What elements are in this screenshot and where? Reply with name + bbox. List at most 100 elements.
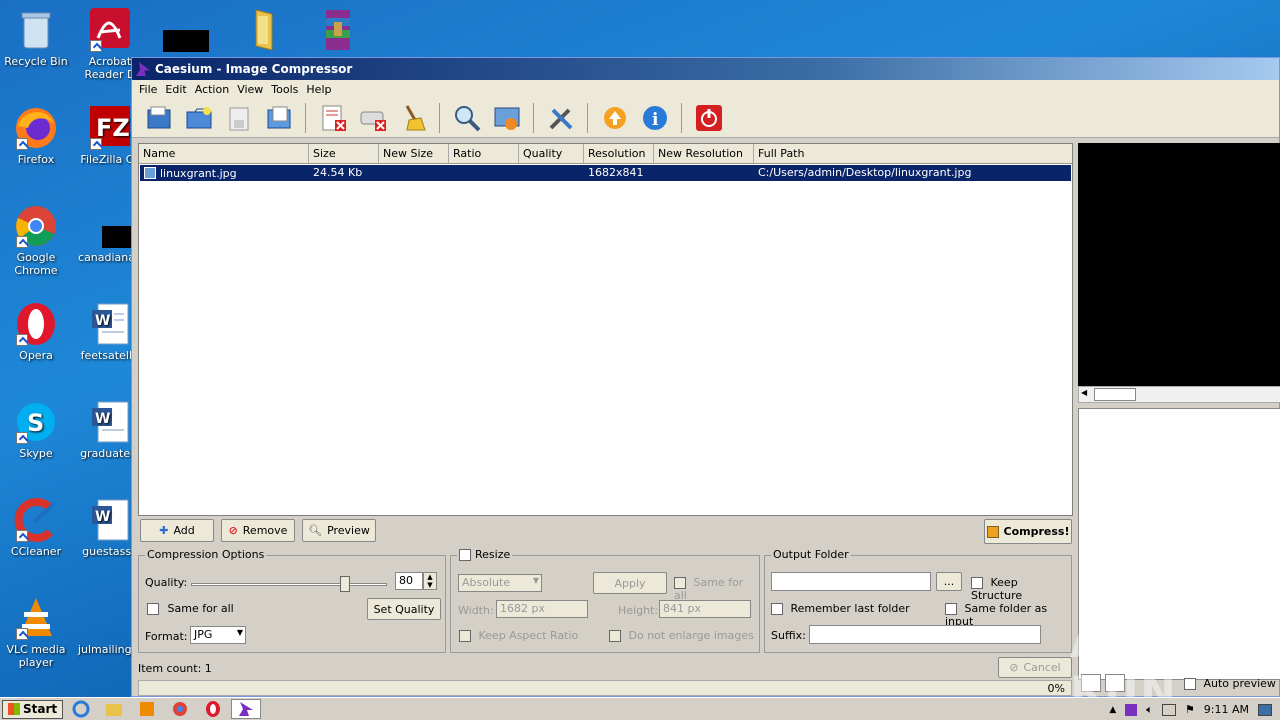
do-not-enlarge[interactable]: Do not enlarge images [609,629,754,642]
quality-slider-thumb[interactable] [339,576,350,592]
taskbar-opera-icon[interactable] [198,699,228,719]
preview-button[interactable]: 🔍︎ Preview [302,519,376,542]
power-icon[interactable] [692,101,725,134]
desktop-icon-ccleaner[interactable]: CCleaner [0,498,72,558]
volume-icon[interactable]: 🔈︎ [1146,703,1153,717]
desktop-icon-vlc[interactable]: VLC media player [0,596,72,669]
preview-scrollbar[interactable]: ◀ [1078,386,1280,403]
start-button[interactable]: Start [2,699,64,719]
info-icon[interactable]: i [638,101,671,134]
do-not-enlarge-checkbox[interactable] [609,630,621,642]
file-list[interactable]: Name Size New Size Ratio Quality Resolut… [138,143,1073,516]
column-new-resolution[interactable]: New Resolution [654,144,754,163]
keep-aspect-checkbox[interactable] [459,630,471,642]
update-icon[interactable] [598,101,631,134]
resize-mode-select[interactable]: Absolute ▼ [458,574,542,592]
scroll-thumb[interactable] [1094,388,1136,401]
column-resolution[interactable]: Resolution [584,144,654,163]
scroll-left-icon[interactable]: ◀ [1081,388,1087,397]
same-for-all-resize[interactable]: Same for all [674,576,759,602]
skype-icon: S [14,400,58,444]
browse-button[interactable]: ... [936,572,962,591]
same-for-all-resize-checkbox[interactable] [674,577,686,589]
clean-icon[interactable] [396,101,429,134]
menu-edit[interactable]: Edit [161,83,190,96]
save-list-icon[interactable] [222,101,255,134]
filezilla-icon: FZ [88,106,132,150]
format-select[interactable]: JPG ▼ [190,626,246,644]
taskbar-media-icon[interactable] [132,699,162,719]
tray-expand-icon[interactable]: ▲ [1109,705,1116,715]
desktop-icon-opera[interactable]: Opera [0,302,72,362]
desktop-icon-recycle-bin[interactable]: Recycle Bin [0,8,72,68]
desktop-icon-winrar[interactable] [300,8,372,55]
column-full-path[interactable]: Full Path [754,144,1072,163]
desktop-icon-label: VLC media player [6,643,66,669]
menu-action[interactable]: Action [191,83,233,96]
width-spinbox[interactable]: 1682 px [496,600,588,618]
preview-icon[interactable] [490,101,523,134]
taskbar-caesium-icon[interactable] [231,699,262,719]
show-desktop-icon[interactable] [1258,703,1272,716]
same-for-all-compression[interactable]: Same for all [147,602,234,615]
clear-icon[interactable] [262,101,295,134]
keep-aspect-ratio[interactable]: Keep Aspect Ratio [459,629,578,642]
desktop-icon-firefox[interactable]: Firefox [0,106,72,166]
column-size[interactable]: Size [309,144,379,163]
network-icon[interactable] [1161,703,1176,716]
remember-last-folder[interactable]: Remember last folder [771,602,910,615]
desktop-icon-skype[interactable]: S Skype [0,400,72,460]
resize-title[interactable]: Resize [457,548,513,561]
settings-icon[interactable] [544,101,577,134]
clear-list-icon[interactable] [356,101,389,134]
taskbar-ie-icon[interactable] [66,699,96,719]
set-quality-button[interactable]: Set Quality [367,598,441,620]
menu-help[interactable]: Help [302,83,335,96]
system-tray: ▲ 🔈︎ ⚑ 9:11 AM [1109,698,1280,720]
quality-spinbox[interactable]: 80 [395,572,423,590]
flag-icon[interactable]: ⚑ [1185,703,1195,716]
keep-structure-checkbox[interactable] [971,577,983,589]
tray-caesium-icon[interactable] [1125,703,1138,716]
column-ratio[interactable]: Ratio [449,144,519,163]
open-icon[interactable] [142,101,175,134]
chrome-icon [14,204,58,248]
remove-button[interactable]: ⊘ Remove [221,519,295,542]
desktop-icon-label: Skype [19,447,53,460]
clock[interactable]: 9:11 AM [1204,703,1249,716]
open-folder-icon[interactable] [182,101,215,134]
taskbar-chrome-icon[interactable] [165,699,195,719]
add-button[interactable]: ✚ Add [140,519,214,542]
apply-button[interactable]: Apply [593,572,667,594]
height-spinbox[interactable]: 841 px [659,600,751,618]
desktop-icon-chrome[interactable]: Google Chrome [0,204,72,277]
title-bar[interactable]: Caesium - Image Compressor [132,58,1279,80]
output-folder-input[interactable] [771,572,931,591]
column-new-size[interactable]: New Size [379,144,449,163]
remove-icon[interactable] [316,101,349,134]
word-document-icon: W [88,302,132,346]
menu-file[interactable]: File [135,83,161,96]
same-for-all-checkbox[interactable] [147,603,159,615]
menu-view[interactable]: View [233,83,267,96]
column-quality[interactable]: Quality [519,144,584,163]
same-folder-checkbox[interactable] [945,603,957,615]
table-row[interactable]: linuxgrant.jpg 24.54 Kb 1682x841 C:/User… [140,165,1071,181]
winrar-icon [314,8,358,52]
column-name[interactable]: Name [139,144,309,163]
file-list-header: Name Size New Size Ratio Quality Resolut… [139,144,1072,164]
suffix-input[interactable] [809,625,1041,644]
document-icon [88,204,142,248]
cancel-button[interactable]: ⊘ Cancel [998,657,1072,678]
keep-structure[interactable]: Keep Structure [971,576,1071,602]
quality-spin-arrows[interactable]: ▲ ▼ [423,572,437,590]
resize-group: Resize Absolute ▼ Apply Same for all Wid… [450,548,760,653]
desktop-icon-folder[interactable] [222,8,294,55]
menu-tools[interactable]: Tools [267,83,302,96]
remember-last-folder-checkbox[interactable] [771,603,783,615]
quality-slider[interactable] [191,576,387,594]
compress-button[interactable]: Compress! [984,519,1072,544]
resize-checkbox[interactable] [459,548,471,561]
search-icon[interactable] [450,101,483,134]
taskbar-explorer-icon[interactable] [99,699,129,719]
